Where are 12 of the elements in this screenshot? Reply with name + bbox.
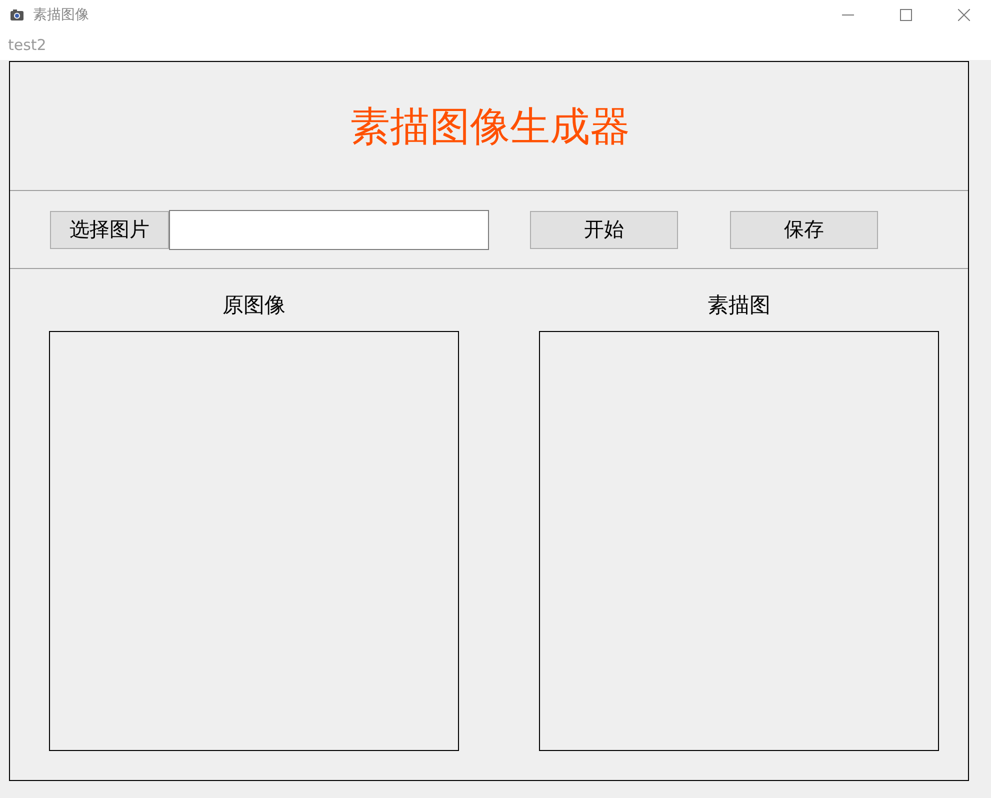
start-button[interactable]: 开始 [530, 210, 678, 248]
save-button[interactable]: 保存 [730, 210, 878, 248]
panel-label: 原图像 [222, 292, 286, 319]
panel-label: 素描图 [708, 292, 770, 319]
path-field[interactable] [169, 210, 489, 250]
close-icon[interactable] [958, 9, 970, 21]
window-title: 素描图像 [33, 6, 89, 24]
choose-image-button[interactable]: 选择图片 [50, 210, 169, 248]
camera-icon [10, 9, 24, 21]
window-subtitle: test2 [8, 36, 46, 54]
app-title: 素描图像生成器 [349, 102, 630, 152]
maximize-icon[interactable] [900, 9, 912, 21]
